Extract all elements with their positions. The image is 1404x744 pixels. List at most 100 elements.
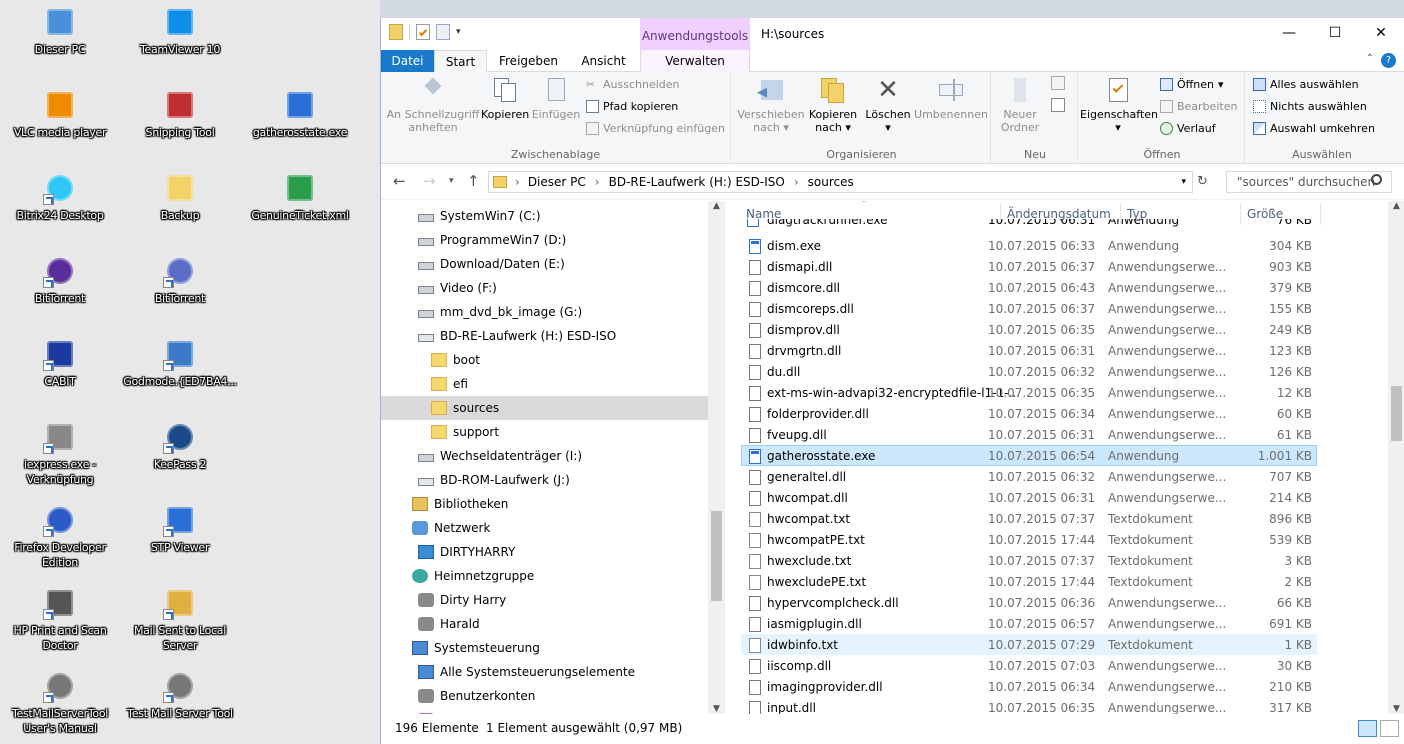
nav-item[interactable]: BD-RE-Laufwerk (H:) ESD-ISO [381, 324, 708, 348]
table-row[interactable]: gatherosstate.exe 10.07.2015 06:54 Anwendu… [741, 445, 1317, 466]
nav-scrollbar[interactable]: ▲ ▼ [708, 201, 725, 714]
scroll-up-icon[interactable]: ▲ [708, 201, 725, 211]
close-button[interactable]: ✕ [1358, 18, 1404, 50]
address-dropdown-icon[interactable]: ▾ [1181, 177, 1186, 187]
scroll-up-icon[interactable]: ▲ [1388, 201, 1404, 211]
new-folder-icon[interactable] [436, 24, 450, 40]
nav-item[interactable]: ProgrammeWin7 (D:) [381, 228, 708, 252]
desktop-icon[interactable]: BitTorrent [120, 254, 240, 306]
tab-view[interactable]: Ansicht [571, 50, 636, 72]
column-divider[interactable] [1320, 203, 1321, 225]
table-row[interactable]: iiscomp.dll 10.07.2015 07:03 Anwendungserw… [741, 655, 1317, 676]
copy-path-button[interactable]: Pfad kopieren [586, 96, 678, 116]
maximize-button[interactable]: ☐ [1312, 18, 1358, 50]
desktop-icon[interactable]: CABIT [0, 337, 120, 389]
tab-share[interactable]: Freigeben [491, 50, 566, 72]
folder-icon[interactable] [389, 24, 403, 40]
table-row[interactable]: diagtrackrunner.exe 10.07.2015 06:31 Anw… [741, 218, 1317, 232]
table-row[interactable]: dismprov.dll 10.07.2015 06:35 Anwendungser… [741, 319, 1317, 340]
table-row[interactable]: dismcoreps.dll 10.07.2015 06:37 Anwendungs… [741, 298, 1317, 319]
nav-item[interactable]: SystemWin7 (C:) [381, 204, 708, 228]
desktop-icon[interactable]: HP Print and Scan Doctor [0, 586, 120, 653]
scroll-down-icon[interactable]: ▼ [1388, 704, 1404, 714]
nav-item[interactable]: Harald [381, 612, 708, 636]
desktop-icon[interactable]: gatherosstate.exe [240, 88, 360, 140]
table-row[interactable]: hwcompatPE.txt 10.07.2015 17:44 Textdokume… [741, 529, 1317, 550]
search-icon[interactable] [1371, 174, 1382, 185]
rename-button[interactable]: Umbenennen [913, 76, 989, 121]
desktop-icon[interactable]: STP Viewer [120, 503, 240, 555]
nav-item[interactable]: Benutzerkonten [381, 684, 708, 708]
breadcrumb-chevron-icon[interactable]: › [595, 175, 600, 189]
breadcrumb-sources[interactable]: sources [808, 175, 854, 189]
back-icon[interactable]: ← [393, 172, 406, 190]
table-row[interactable]: imagingprovider.dll 10.07.2015 06:34 Anwen… [741, 676, 1317, 697]
table-row[interactable]: generaltel.dll 10.07.2015 06:32 Anwendungs… [741, 466, 1317, 487]
address-box[interactable]: › Dieser PC › BD-RE-Laufwerk (H:) ESD-IS… [488, 171, 1193, 193]
minimize-button[interactable]: — [1266, 18, 1312, 50]
table-row[interactable]: hwexclude.txt 10.07.2015 07:37 Textdokumen… [741, 550, 1317, 571]
file-scroll-thumb[interactable] [1391, 386, 1402, 441]
easy-access-icon[interactable] [1051, 98, 1065, 112]
desktop-icon[interactable]: Firefox Developer Edition [0, 503, 120, 570]
desktop-icon[interactable]: VLC media player [0, 88, 120, 140]
table-row[interactable]: idwbinfo.txt 10.07.2015 07:29 Textdokument… [741, 634, 1317, 655]
nav-item[interactable]: Dirty Harry [381, 588, 708, 612]
copy-button[interactable]: Kopieren [481, 76, 529, 121]
desktop-icon[interactable]: Test Mail Server Tool [120, 669, 240, 721]
cut-button[interactable]: ✂ Ausschneiden [586, 74, 680, 94]
table-row[interactable]: du.dll 10.07.2015 06:32 Anwendungserwe... 1… [741, 361, 1317, 382]
desktop-icon[interactable]: TestMailServerTool User's Manual [0, 669, 120, 736]
table-row[interactable]: drvmgrtn.dll 10.07.2015 06:31 Anwendungser… [741, 340, 1317, 361]
desktop-icon[interactable]: KeePass 2 [120, 420, 240, 472]
history-button[interactable]: Verlauf [1160, 118, 1216, 138]
nav-item[interactable]: support [381, 420, 708, 444]
search-input[interactable]: "sources" durchsuchen [1226, 171, 1392, 193]
nav-item[interactable]: mm_dvd_bk_image (G:) [381, 300, 708, 324]
desktop-icon[interactable]: Godmode.{ED7BA4... [120, 337, 240, 389]
details-view-icon[interactable] [1358, 720, 1377, 737]
table-row[interactable]: ext-ms-win-advapi32-encryptedfile-l1-1-.… [741, 382, 1317, 403]
table-row[interactable]: folderprovider.dll 10.07.2015 06:34 Anwend… [741, 403, 1317, 424]
table-row[interactable]: dism.exe 10.07.2015 06:33 Anwendung 304 KB [741, 235, 1317, 256]
table-row[interactable]: hwexcludePE.txt 10.07.2015 17:44 Textdokum… [741, 571, 1317, 592]
breadcrumb-this-pc[interactable]: Dieser PC [528, 175, 586, 189]
table-row[interactable]: input.dll 10.07.2015 06:35 Anwendungserwe.… [741, 697, 1317, 714]
recent-locations-icon[interactable]: ▾ [449, 176, 454, 186]
breadcrumb-chevron-icon[interactable]: › [794, 175, 799, 189]
forward-icon[interactable]: → [423, 172, 436, 190]
desktop-icon[interactable]: Backup [120, 171, 240, 223]
breadcrumb-chevron-icon[interactable]: › [515, 175, 520, 189]
invert-selection-button[interactable]: Auswahl umkehren [1253, 118, 1375, 138]
desktop-icon[interactable]: Snipping Tool [120, 88, 240, 140]
edit-button[interactable]: Bearbeiten [1160, 96, 1237, 116]
table-row[interactable]: dismapi.dll 10.07.2015 06:37 Anwendungserw… [741, 256, 1317, 277]
customize-toolbar-icon[interactable]: ▾ [456, 27, 461, 37]
nav-item[interactable]: Download/Daten (E:) [381, 252, 708, 276]
file-list-scrollbar[interactable]: ▲ ▼ [1388, 201, 1404, 714]
table-row[interactable]: hwcompat.txt 10.07.2015 07:37 Textdokument… [741, 508, 1317, 529]
table-row[interactable]: hypervcomplcheck.dll 10.07.2015 06:36 Anwe… [741, 592, 1317, 613]
paste-shortcut-button[interactable]: Verknüpfung einfügen [586, 118, 725, 138]
select-none-button[interactable]: Nichts auswählen [1253, 96, 1367, 116]
paste-button[interactable]: Einfügen [531, 76, 581, 121]
large-icons-view-icon[interactable] [1380, 720, 1399, 737]
nav-item[interactable]: sources [381, 396, 708, 420]
new-folder-button[interactable]: Neuer Ordner [995, 76, 1045, 134]
nav-item[interactable]: BD-ROM-Laufwerk (J:) [381, 468, 708, 492]
copy-to-button[interactable]: Kopieren nach ▾ [805, 76, 861, 134]
table-row[interactable]: iasmigplugin.dll 10.07.2015 06:57 Anwendun… [741, 613, 1317, 634]
up-icon[interactable]: ↑ [467, 172, 480, 190]
desktop-icon[interactable]: iexpress.exe - Verknüpfung [0, 420, 120, 487]
delete-button[interactable]: ✕ Löschen ▾ [863, 76, 913, 134]
open-button[interactable]: Öffnen ▾ [1160, 74, 1223, 94]
nav-item[interactable]: Netzwerk [381, 516, 708, 540]
desktop-icon[interactable]: TeamViewer 10 [120, 5, 240, 57]
nav-item[interactable]: Alle Systemsteuerungselemente [381, 660, 708, 684]
desktop-icon[interactable]: Bitrix24 Desktop [0, 171, 120, 223]
nav-scroll-thumb[interactable] [711, 511, 722, 601]
nav-item[interactable]: Bibliotheken [381, 492, 708, 516]
nav-item[interactable]: efi [381, 372, 708, 396]
table-row[interactable]: dismcore.dll 10.07.2015 06:43 Anwendungser… [741, 277, 1317, 298]
tab-start[interactable]: Start [434, 50, 487, 72]
